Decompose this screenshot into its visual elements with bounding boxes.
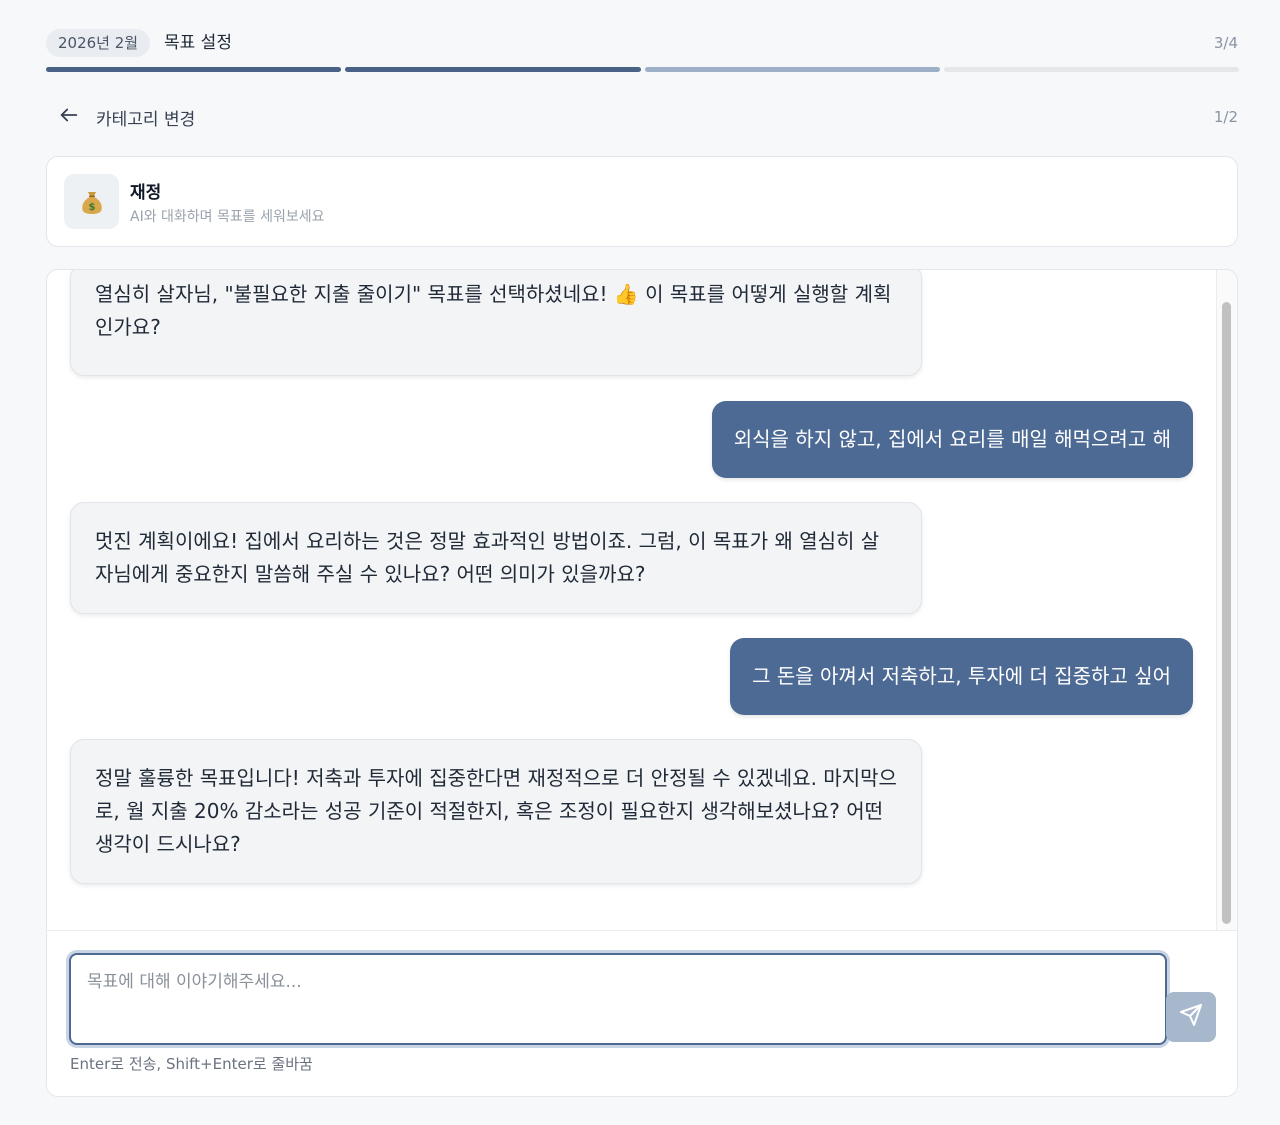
progress-segment <box>46 67 342 72</box>
user-message: 외식을 하지 않고, 집에서 요리를 매일 해먹으려고 해 <box>711 401 1193 478</box>
category-nav: 카테고리 변경 1/2 <box>58 100 1238 134</box>
ai-message: 정말 훌륭한 목표입니다! 저축과 투자에 집중한다면 재정적으로 더 안정될 … <box>70 739 922 884</box>
input-hint: Enter로 전송, Shift+Enter로 줄바꿈 <box>70 1055 313 1073</box>
step-header: 2026년 2월 목표 설정 3/4 <box>46 28 1238 58</box>
progress-bar <box>46 67 1239 73</box>
chat-panel: 열심히 살자님, "불필요한 지출 줄이기" 목표를 선택하셨네요! 👍 이 목… <box>46 269 1238 1097</box>
send-button[interactable] <box>1166 992 1216 1042</box>
category-name: 재정 <box>130 183 162 203</box>
change-category-label: 카테고리 변경 <box>96 109 196 130</box>
svg-text:$: $ <box>88 202 95 213</box>
user-message: 그 돈을 아껴서 저축하고, 투자에 더 집중하고 싶어 <box>730 638 1193 715</box>
message-list[interactable]: 열심히 살자님, "불필요한 지출 줄이기" 목표를 선택하셨네요! 👍 이 목… <box>47 270 1217 930</box>
scrollbar[interactable] <box>1216 270 1237 930</box>
progress-segment <box>644 67 940 72</box>
month-badge: 2026년 2월 <box>46 29 151 57</box>
ai-message: 멋진 계획이에요! 집에서 요리하는 것은 정말 효과적인 방법이죠. 그럼, … <box>70 502 922 614</box>
category-card: $ 재정 AI와 대화하며 목표를 세워보세요 <box>46 156 1238 247</box>
message-input[interactable] <box>69 953 1167 1045</box>
ai-message: 열심히 살자님, "불필요한 지출 줄이기" 목표를 선택하셨네요! 👍 이 목… <box>70 270 922 376</box>
scrollbar-thumb[interactable] <box>1222 302 1231 924</box>
step-title: 목표 설정 <box>164 33 232 53</box>
sub-step-counter: 1/2 <box>1213 108 1238 126</box>
progress-segment <box>345 67 641 72</box>
arrow-left-icon <box>58 104 80 130</box>
money-bag-icon: $ <box>64 174 119 229</box>
change-category-button[interactable]: 카테고리 변경 <box>58 100 195 134</box>
category-description: AI와 대화하며 목표를 세워보세요 <box>130 209 325 225</box>
composer: Enter로 전송, Shift+Enter로 줄바꿈 <box>47 930 1237 1096</box>
progress-segment <box>943 67 1239 72</box>
send-icon <box>1179 1003 1203 1031</box>
step-counter: 3/4 <box>1213 34 1238 52</box>
